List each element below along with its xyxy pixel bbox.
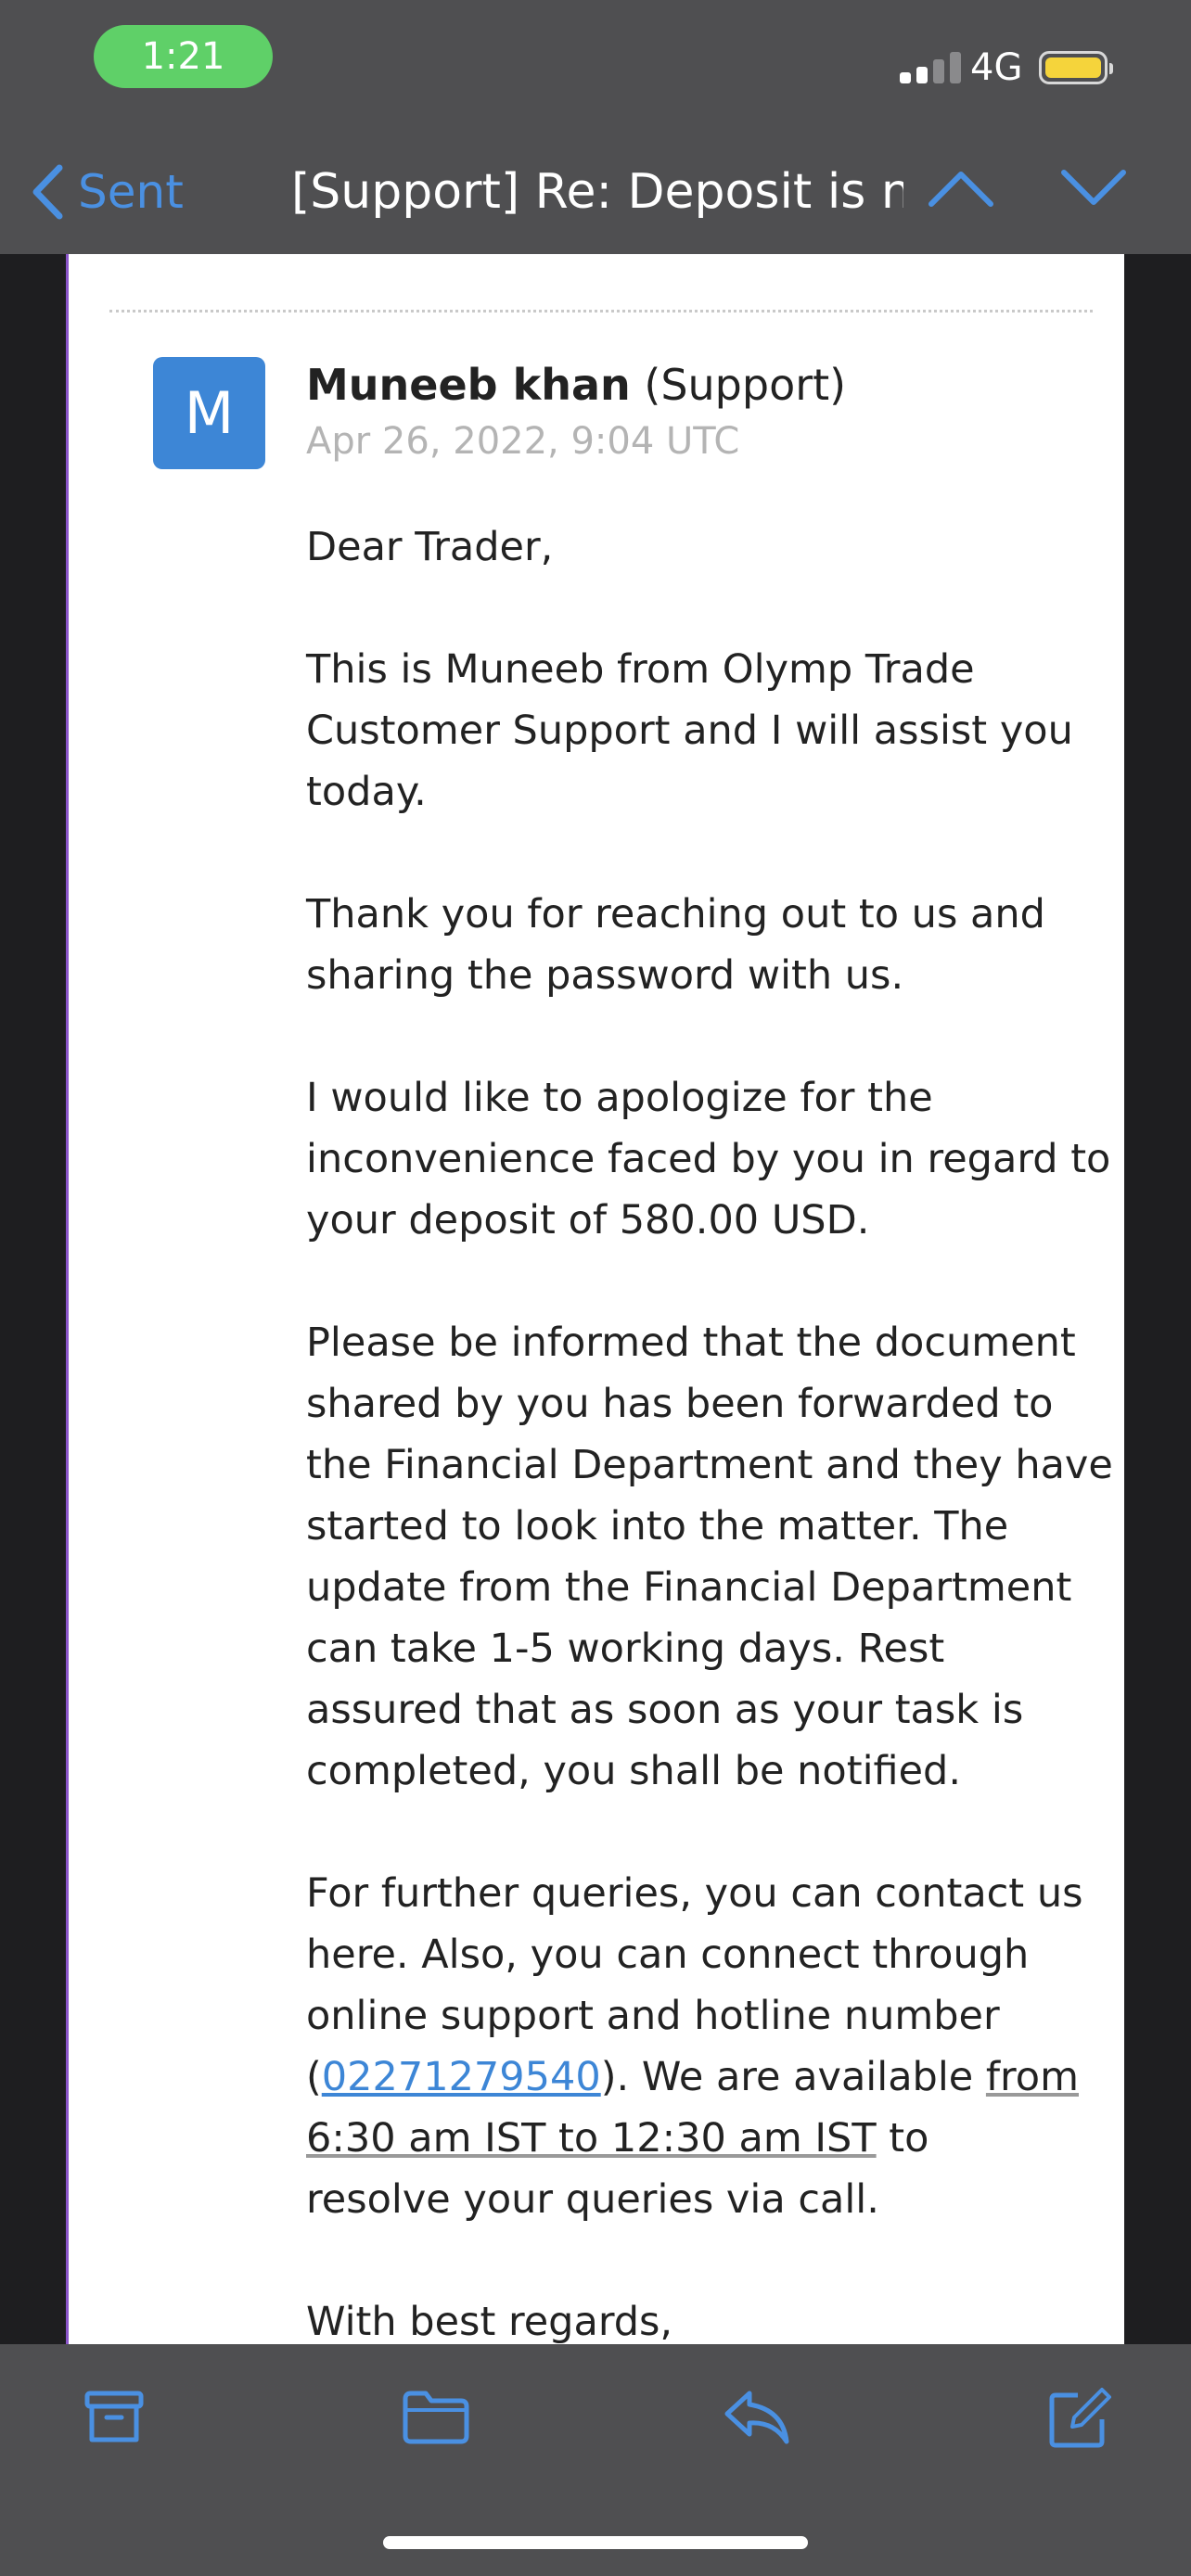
reply-icon[interactable]: [722, 2386, 790, 2447]
body-line: For further queries, you can contact us: [306, 1870, 1083, 1917]
previous-message-button[interactable]: [928, 169, 994, 208]
home-indicator[interactable]: [383, 2536, 808, 2549]
body-line: can take 1-5 working days. Rest: [306, 1626, 945, 1672]
hours-link[interactable]: 6:30 am IST to 12:30 am IST: [306, 2115, 877, 2162]
message-view[interactable]: M Muneeb khan (Support) Apr 26, 2022, 9:…: [0, 254, 1191, 2344]
body-line: Please be informed that the document: [306, 1320, 1076, 1366]
body-line: today.: [306, 769, 427, 815]
paren-open: (: [306, 2054, 322, 2100]
sender-name: Muneeb khan: [306, 360, 631, 410]
message-card: M Muneeb khan (Support) Apr 26, 2022, 9:…: [69, 254, 1124, 2344]
back-button[interactable]: Sent: [32, 161, 184, 223]
body-text-fragment: to: [876, 2115, 929, 2162]
status-bar: 1:21 4G: [0, 0, 1191, 139]
phone-link[interactable]: 02271279540: [322, 2054, 601, 2100]
chevron-left-icon: [32, 164, 63, 220]
next-message-button[interactable]: [1060, 169, 1127, 208]
avatar: M: [153, 357, 265, 469]
body-line: your deposit of 580.00 USD.: [306, 1197, 870, 1243]
message-body: Dear Trader, This is Muneeb from Olymp T…: [306, 516, 1169, 2344]
network-type: 4G: [970, 46, 1023, 89]
body-line: started to look into the matter. The: [306, 1503, 1009, 1549]
archive-icon[interactable]: [83, 2386, 145, 2447]
battery-level: [1045, 57, 1101, 78]
message-date: Apr 26, 2022, 9:04 UTC: [306, 420, 740, 463]
body-line: inconvenience faced by you in regard to: [306, 1136, 1111, 1182]
hours-link-start[interactable]: from: [986, 2054, 1079, 2100]
status-time[interactable]: 1:21: [94, 25, 273, 88]
compose-icon[interactable]: [1046, 2386, 1111, 2451]
closing: With best regards,: [306, 2291, 1169, 2344]
cellular-signal-icon: [900, 52, 961, 83]
body-line: resolve your queries via call.: [306, 2176, 879, 2223]
sender-line: Muneeb khan (Support): [306, 356, 846, 414]
body-line: completed, you shall be notified.: [306, 1748, 962, 1794]
availability-text: ). We are available: [600, 2054, 986, 2100]
body-line: shared by you has been forwarded to: [306, 1381, 1054, 1427]
paragraph-update: Please be informed that the document sha…: [306, 1312, 1169, 1802]
closing-text: With best regards,: [306, 2299, 673, 2344]
body-line: here. Also, you can connect through: [306, 1932, 1030, 1978]
body-line: This is Muneeb from Olymp Trade: [306, 646, 975, 693]
sender-role: (Support): [644, 360, 847, 410]
back-label: Sent: [78, 165, 184, 219]
paragraph-thanks: Thank you for reaching out to us and sha…: [306, 884, 1169, 1006]
paragraph-apology: I would like to apologize for the inconv…: [306, 1067, 1169, 1251]
page-title: [Support] Re: Deposit is n...: [291, 164, 903, 220]
battery-icon: [1039, 51, 1113, 84]
body-line: Customer Support and I will assist you: [306, 708, 1073, 754]
folder-icon[interactable]: [402, 2386, 470, 2447]
body-line: assured that as soon as your task is: [306, 1687, 1024, 1733]
greeting-text: Dear Trader,: [306, 524, 554, 570]
body-line: 6:30 am IST to 12:30 am IST to: [306, 2108, 1169, 2169]
body-line: (02271279540). We are available from: [306, 2047, 1169, 2108]
body-line: the Financial Department and they have: [306, 1442, 1113, 1488]
navigation-bar: Sent [Support] Re: Deposit is n...: [0, 139, 1191, 254]
body-line: update from the Financial Department: [306, 1564, 1072, 1611]
message-divider: [109, 310, 1093, 312]
paragraph-intro: This is Muneeb from Olymp Trade Customer…: [306, 639, 1169, 823]
body-line: sharing the password with us.: [306, 952, 904, 999]
body-line: online support and hotline number: [306, 1993, 1000, 2039]
greeting: Dear Trader,: [306, 516, 1169, 578]
body-line: Thank you for reaching out to us and: [306, 891, 1045, 937]
body-line: I would like to apologize for the: [306, 1075, 933, 1121]
paragraph-contact: For further queries, you can contact us …: [306, 1863, 1169, 2230]
